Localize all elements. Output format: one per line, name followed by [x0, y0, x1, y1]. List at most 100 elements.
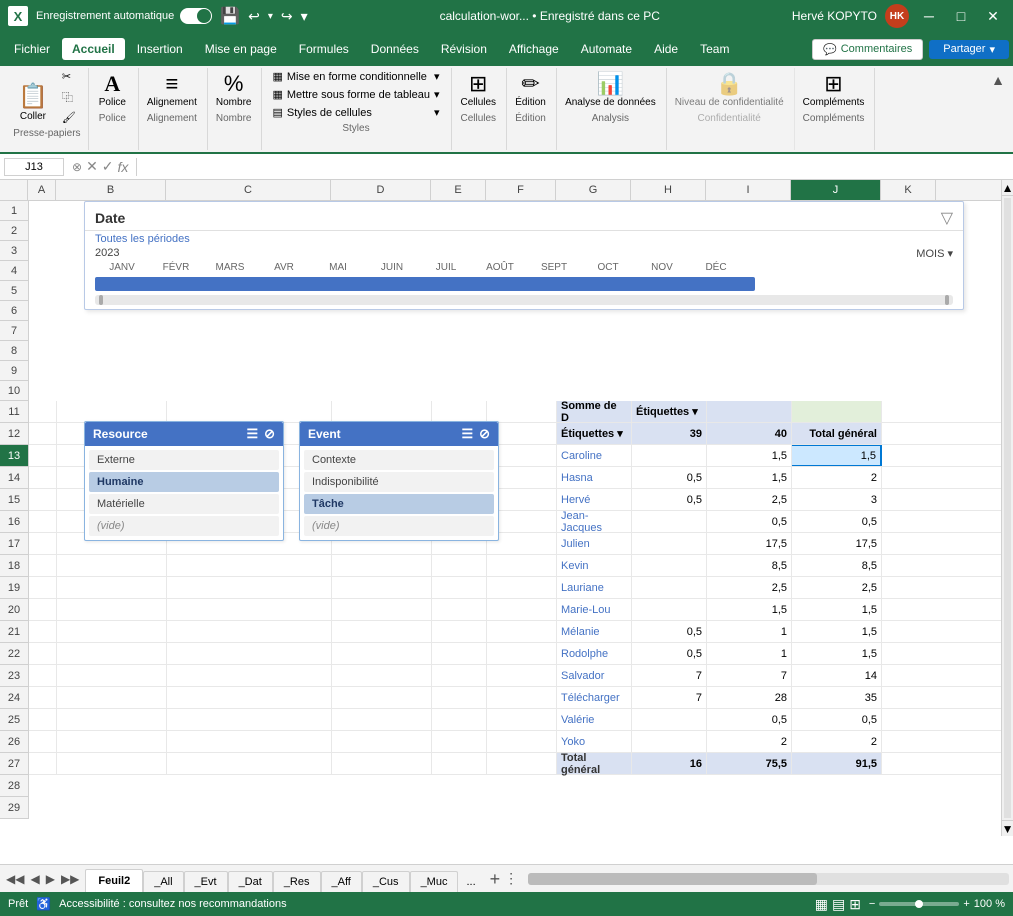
cell-g11[interactable]: Somme de D	[557, 401, 632, 422]
row-header-7[interactable]: 7	[0, 321, 28, 341]
cell-h18[interactable]	[632, 555, 707, 576]
timeline-all-periods[interactable]: Toutes les périodes	[85, 231, 963, 247]
cell-g13[interactable]: Caroline	[557, 445, 632, 466]
row-header-23[interactable]: 23	[0, 665, 28, 687]
cell-c20[interactable]	[167, 599, 332, 620]
cell-a17[interactable]	[29, 533, 57, 554]
menu-revision[interactable]: Révision	[431, 38, 497, 60]
cell-d27[interactable]	[332, 753, 432, 774]
save-icon[interactable]: 💾	[220, 6, 240, 26]
cell-e22[interactable]	[432, 643, 487, 664]
cell-e23[interactable]	[432, 665, 487, 686]
cell-k25[interactable]	[882, 709, 937, 730]
tab-all[interactable]: _All	[143, 871, 183, 893]
cell-b23[interactable]	[57, 665, 167, 686]
cell-f11[interactable]	[487, 401, 557, 422]
zoom-in-button[interactable]: +	[963, 898, 969, 910]
cell-d26[interactable]	[332, 731, 432, 752]
menu-accueil[interactable]: Accueil	[62, 38, 125, 60]
row-header-15[interactable]: 15	[0, 489, 28, 511]
cell-f19[interactable]	[487, 577, 557, 598]
cell-j24[interactable]: 35	[792, 687, 882, 708]
cell-h25[interactable]	[632, 709, 707, 730]
cell-k26[interactable]	[882, 731, 937, 752]
mettre-tableau-button[interactable]: ▦ Mettre sous forme de tableau ▾	[266, 86, 445, 103]
cell-g27[interactable]: Total général	[557, 753, 632, 774]
cell-i11[interactable]	[707, 401, 792, 422]
view-page-button[interactable]: ⊞	[849, 896, 861, 913]
event-item-tache[interactable]: Tâche	[304, 494, 494, 514]
row-header-19[interactable]: 19	[0, 577, 28, 599]
zoom-out-button[interactable]: −	[869, 898, 875, 910]
cell-b25[interactable]	[57, 709, 167, 730]
cell-k12[interactable]	[882, 423, 937, 444]
cell-d20[interactable]	[332, 599, 432, 620]
cell-k13[interactable]	[882, 445, 937, 466]
col-header-e[interactable]: E	[431, 180, 486, 200]
cell-j18[interactable]: 8,5	[792, 555, 882, 576]
cell-j15[interactable]: 3	[792, 489, 882, 510]
row-header-4[interactable]: 4	[0, 261, 28, 281]
cell-h22[interactable]: 0,5	[632, 643, 707, 664]
cell-j27[interactable]: 91,5	[792, 753, 882, 774]
view-layout-button[interactable]: ▤	[832, 896, 845, 913]
row-header-17[interactable]: 17	[0, 533, 28, 555]
row-header-9[interactable]: 9	[0, 361, 28, 381]
tab-add-button[interactable]: +	[490, 870, 501, 888]
cell-a19[interactable]	[29, 577, 57, 598]
cell-h14[interactable]: 0,5	[632, 467, 707, 488]
cell-i15[interactable]: 2,5	[707, 489, 792, 510]
menu-fichier[interactable]: Fichier	[4, 38, 60, 60]
cell-e25[interactable]	[432, 709, 487, 730]
cell-i13[interactable]: 1,5	[707, 445, 792, 466]
restore-button[interactable]: □	[949, 4, 973, 28]
scroll-down-button[interactable]: ▼	[1002, 820, 1013, 836]
cell-b11[interactable]	[57, 401, 167, 422]
event-filter-icon[interactable]: ☰	[461, 426, 473, 442]
undo-icon[interactable]: ↩	[248, 8, 260, 25]
cell-j26[interactable]: 2	[792, 731, 882, 752]
tab-evt[interactable]: _Evt	[184, 871, 228, 893]
col-header-f[interactable]: F	[486, 180, 556, 200]
cell-f18[interactable]	[487, 555, 557, 576]
vertical-scrollbar[interactable]: ▲ ▼	[1001, 180, 1013, 836]
expand-formula-icon[interactable]: ⊗	[72, 160, 82, 174]
event-item-contexte[interactable]: Contexte	[304, 450, 494, 470]
alignement-button[interactable]: ≡ Alignement	[143, 68, 201, 111]
cell-g20[interactable]: Marie-Lou	[557, 599, 632, 620]
cell-c25[interactable]	[167, 709, 332, 730]
cell-i22[interactable]: 1	[707, 643, 792, 664]
cell-c19[interactable]	[167, 577, 332, 598]
resource-item-vide[interactable]: (vide)	[89, 516, 279, 536]
cell-j17[interactable]: 17,5	[792, 533, 882, 554]
cell-h12[interactable]: 39	[632, 423, 707, 444]
more-tools-icon[interactable]: ▾	[301, 8, 308, 25]
tab-res[interactable]: _Res	[273, 871, 321, 893]
cell-a23[interactable]	[29, 665, 57, 686]
cell-g26[interactable]: Yoko	[557, 731, 632, 752]
cell-k21[interactable]	[882, 621, 937, 642]
edition-button[interactable]: ✏ Édition	[511, 68, 550, 111]
cell-h16[interactable]	[632, 511, 707, 532]
tab-muc[interactable]: _Muc	[410, 871, 459, 893]
cell-j25[interactable]: 0,5	[792, 709, 882, 730]
row-header-21[interactable]: 21	[0, 621, 28, 643]
cell-a24[interactable]	[29, 687, 57, 708]
cell-b19[interactable]	[57, 577, 167, 598]
close-button[interactable]: ✕	[981, 4, 1005, 28]
row-header-25[interactable]: 25	[0, 709, 28, 731]
cell-h17[interactable]	[632, 533, 707, 554]
cell-e24[interactable]	[432, 687, 487, 708]
cell-f27[interactable]	[487, 753, 557, 774]
row-header-12[interactable]: 12	[0, 423, 28, 445]
complements-button[interactable]: ⊞ Compléments	[799, 68, 869, 111]
cell-b24[interactable]	[57, 687, 167, 708]
insert-function-icon[interactable]: fx	[118, 159, 129, 175]
cell-k23[interactable]	[882, 665, 937, 686]
cell-i19[interactable]: 2,5	[707, 577, 792, 598]
cell-k18[interactable]	[882, 555, 937, 576]
col-header-k[interactable]: K	[881, 180, 936, 200]
event-item-indisponibilite[interactable]: Indisponibilité	[304, 472, 494, 492]
cell-k27[interactable]	[882, 753, 937, 774]
row-header-20[interactable]: 20	[0, 599, 28, 621]
